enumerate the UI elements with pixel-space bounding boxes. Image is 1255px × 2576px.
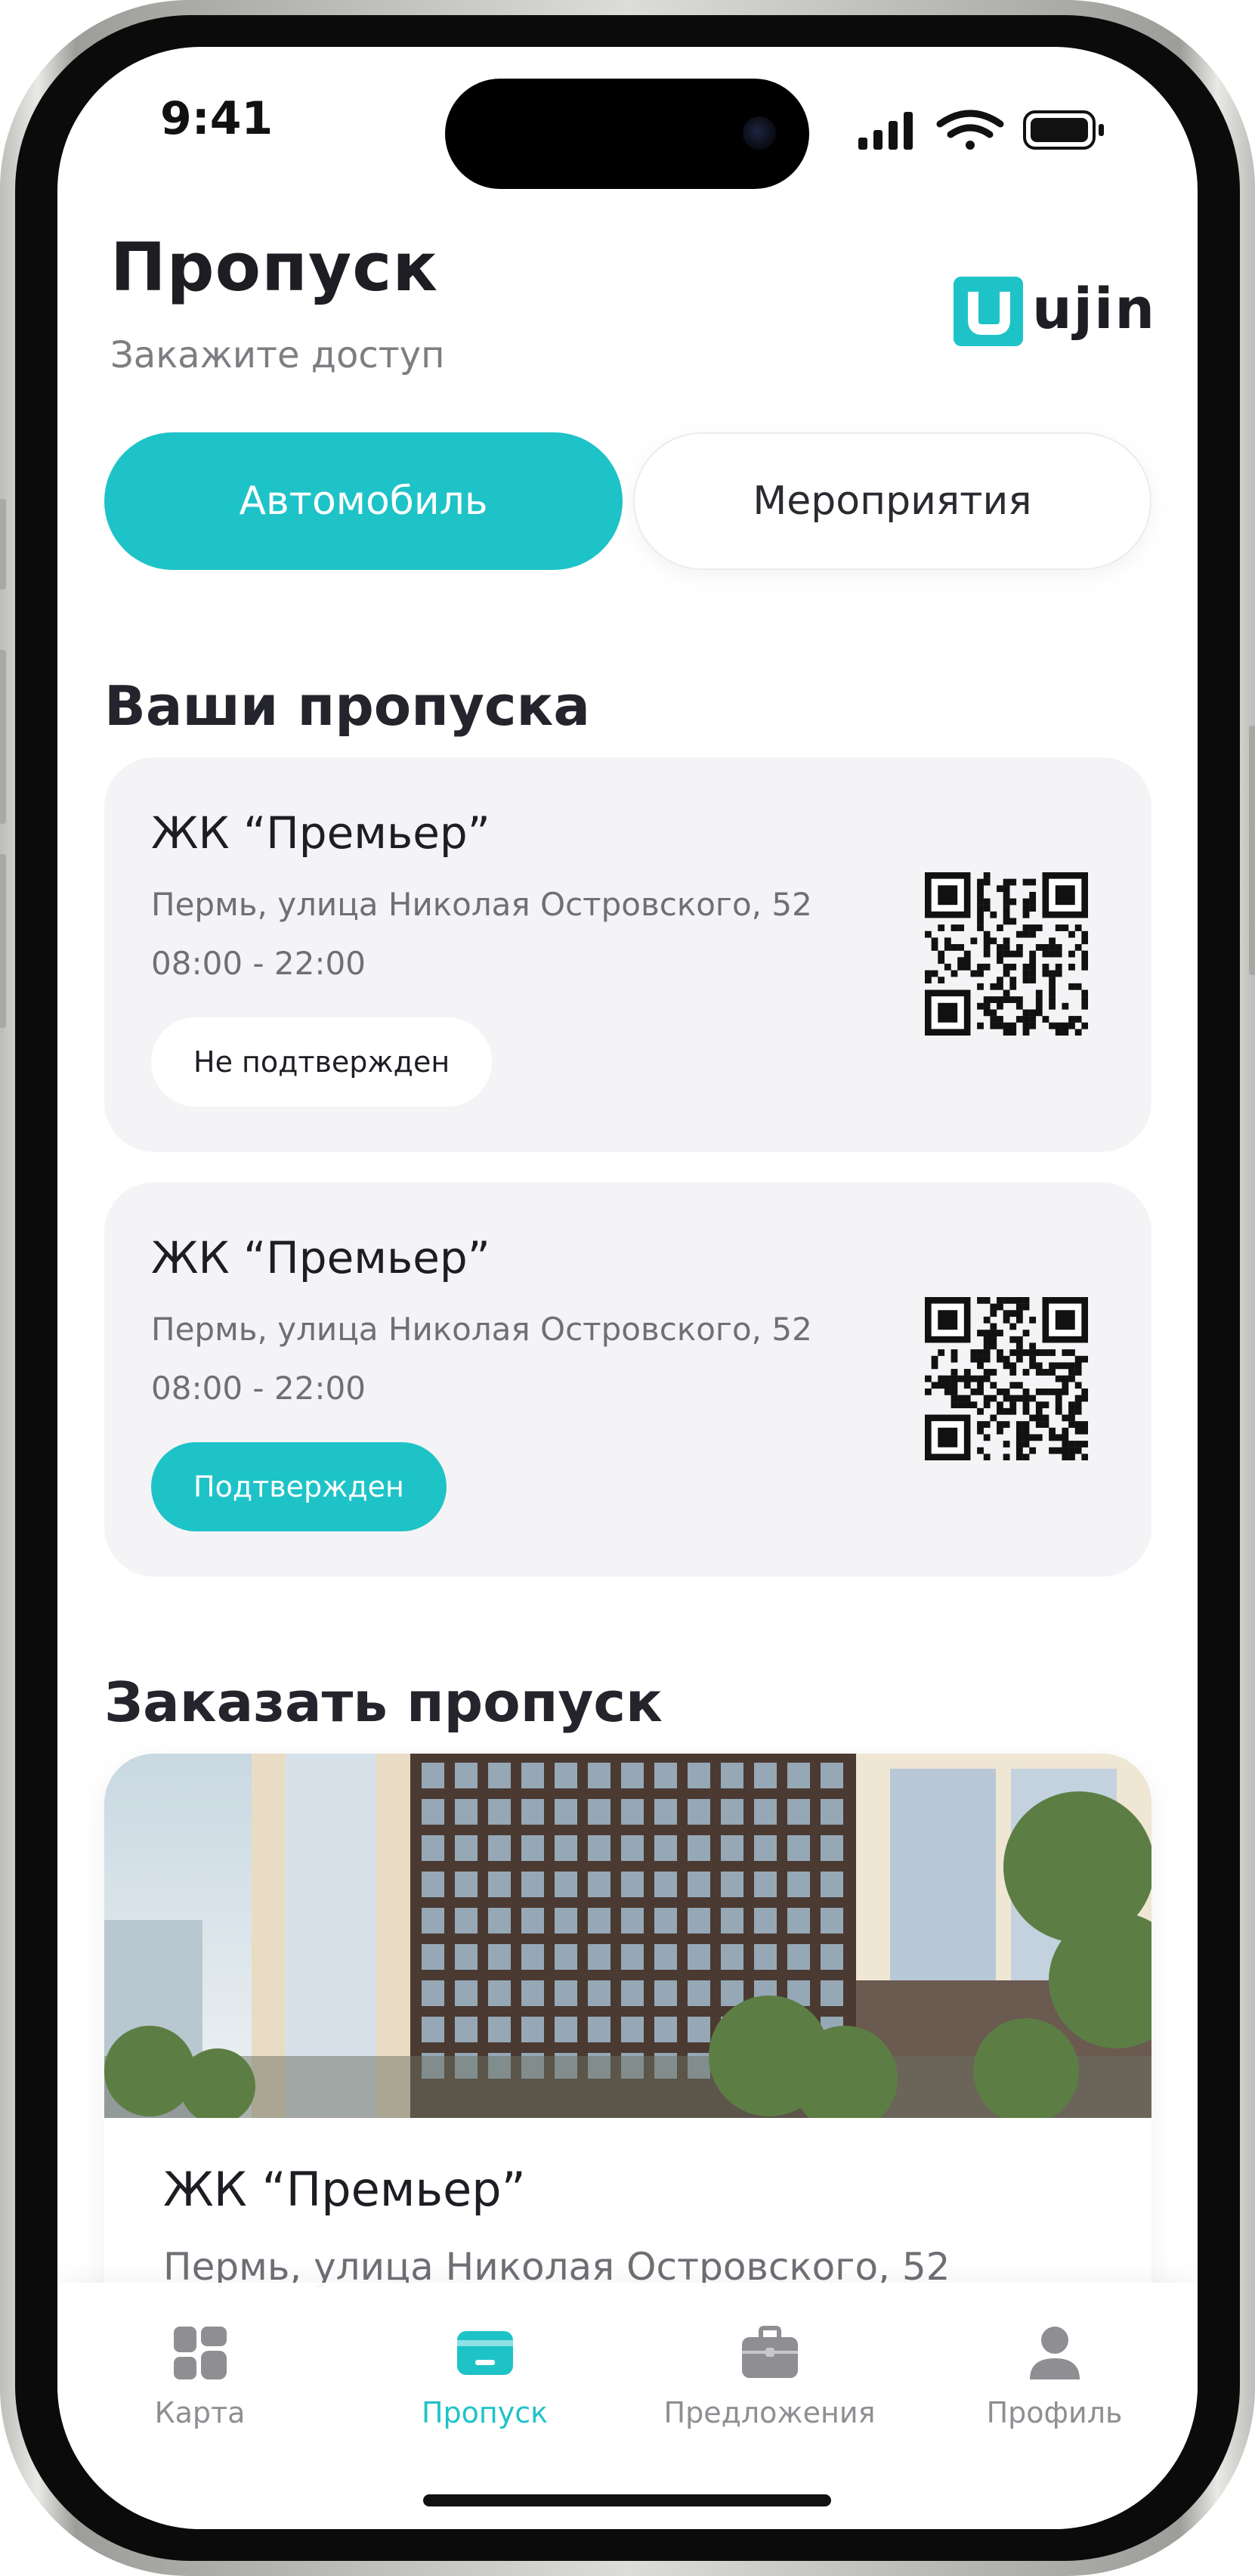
building-photo [104, 1754, 1151, 2118]
tab-pass[interactable]: Пропуск [342, 2283, 627, 2449]
briefcase-icon [742, 2326, 798, 2378]
volume-down-button [0, 854, 6, 1028]
pass-address: Пермь, улица Николая Островского, 52 [151, 886, 812, 923]
ujin-logo-icon [954, 277, 1023, 346]
tab-offers[interactable]: Предложения [627, 2283, 912, 2449]
pass-name: ЖК “Премьер” [151, 1232, 490, 1283]
battery-icon [1023, 110, 1104, 150]
map-grid-icon [174, 2327, 227, 2379]
status-icons [858, 110, 1104, 150]
tab-profile-label: Профиль [986, 2396, 1123, 2429]
tab-bar: Карта Пропуск Предложения Профиль [57, 2283, 1198, 2529]
dynamic-island [445, 79, 809, 189]
order-section-title: Заказать пропуск [104, 1670, 663, 1734]
front-camera [743, 116, 776, 150]
wifi-icon [936, 110, 1004, 150]
pass-hours: 08:00 - 22:00 [151, 1370, 366, 1407]
passes-section-title: Ваши пропуска [104, 674, 591, 738]
pass-card-icon [457, 2331, 513, 2375]
qr-code-icon[interactable] [925, 1297, 1088, 1460]
status-time: 9:41 [160, 92, 274, 145]
page-subtitle: Закажите доступ [110, 334, 445, 376]
segment-car[interactable]: Автомобиль [104, 432, 623, 570]
tab-pass-label: Пропуск [421, 2396, 549, 2429]
pass-card-1[interactable]: ЖК “Премьер” Пермь, улица Николая Остров… [104, 757, 1151, 1152]
qr-code-icon[interactable] [925, 872, 1088, 1036]
phone-frame: 9:41 Пропуск Закажите доступ ujin Автомо… [0, 0, 1255, 2576]
pass-name: ЖК “Премьер” [151, 807, 490, 859]
segment-events[interactable]: Мероприятия [633, 432, 1151, 570]
tab-map[interactable]: Карта [57, 2283, 342, 2449]
status-badge-confirmed: Подтвержден [151, 1442, 447, 1531]
tab-offers-label: Предложения [663, 2396, 876, 2429]
app-screen: 9:41 Пропуск Закажите доступ ujin Автомо… [57, 47, 1198, 2529]
page-title: Пропуск [110, 228, 439, 306]
brand-logo: ujin [954, 274, 1155, 349]
pass-hours: 08:00 - 22:00 [151, 945, 366, 982]
pass-address: Пермь, улица Николая Островского, 52 [151, 1311, 812, 1348]
pass-card-2[interactable]: ЖК “Премьер” Пермь, улица Николая Остров… [104, 1182, 1151, 1577]
mute-switch [0, 499, 6, 590]
power-button [1249, 726, 1255, 975]
status-badge-pending: Не подтвержден [151, 1017, 493, 1107]
profile-icon [1030, 2327, 1080, 2379]
phone-bezel: 9:41 Пропуск Закажите доступ ujin Автомо… [15, 15, 1240, 2561]
project-name: ЖК “Премьер” [163, 2162, 526, 2217]
volume-up-button [0, 650, 6, 824]
tab-map-label: Карта [154, 2396, 246, 2429]
home-indicator [423, 2494, 831, 2506]
brand-logo-text: ujin [1032, 277, 1157, 342]
cellular-signal-icon [858, 112, 913, 150]
tab-profile[interactable]: Профиль [912, 2283, 1197, 2449]
